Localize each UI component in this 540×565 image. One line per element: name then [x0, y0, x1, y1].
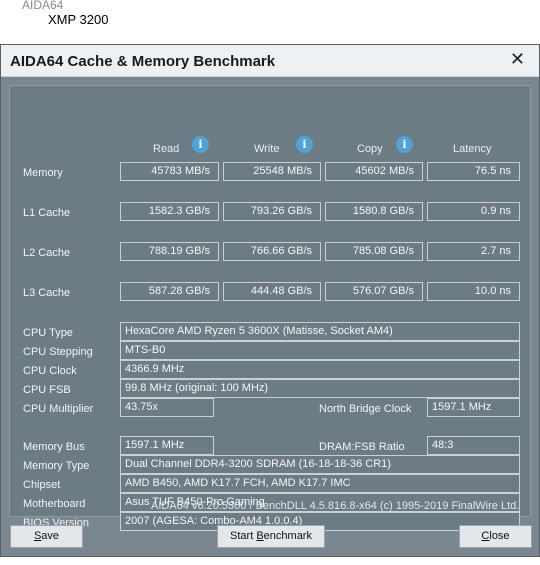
memory-bus-value: 1597.1 MHz: [120, 436, 214, 455]
cpu-stepping-label: CPU Stepping: [23, 346, 93, 358]
memory-copy-value: 45602 MB/s: [325, 162, 423, 181]
l1-read-value: 1582.3 GB/s: [120, 202, 219, 221]
start-mnemonic: B: [256, 530, 264, 542]
l1-write-value: 793.26 GB/s: [223, 202, 321, 221]
l3-write-value: 444.48 GB/s: [223, 282, 321, 301]
cpu-fsb-label: CPU FSB: [23, 384, 71, 396]
copy-info-icon[interactable]: i: [396, 136, 413, 153]
memory-row-label: Memory: [23, 167, 63, 179]
l2-copy-value: 785.08 GB/s: [325, 242, 423, 261]
chipset-value: AMD B450, AMD K17.7 FCH, AMD K17.7 IMC: [120, 474, 520, 493]
cpu-multiplier-value: 43.75x: [120, 398, 214, 417]
cpu-clock-value: 4366.9 MHz: [120, 360, 520, 379]
l3-latency-value: 10.0 ns: [427, 282, 520, 301]
close-button[interactable]: Close: [459, 525, 532, 548]
write-info-icon[interactable]: i: [296, 136, 313, 153]
north-bridge-clock-value: 1597.1 MHz: [427, 398, 520, 417]
l1-latency-value: 0.9 ns: [427, 202, 520, 221]
title-bar: AIDA64 Cache & Memory Benchmark ✕: [1, 45, 539, 77]
motherboard-label: Motherboard: [23, 498, 86, 510]
cpu-type-label: CPU Type: [23, 327, 73, 339]
copy-header: Copy: [357, 143, 383, 155]
cpu-clock-label: CPU Clock: [23, 365, 77, 377]
window-title: AIDA64 Cache & Memory Benchmark: [10, 53, 276, 70]
memory-read-value: 45783 MB/s: [120, 162, 219, 181]
north-bridge-clock-label: North Bridge Clock: [319, 403, 412, 415]
l3-row-label: L3 Cache: [23, 287, 71, 299]
memory-type-value: Dual Channel DDR4-3200 SDRAM (16-18-18-3…: [120, 455, 520, 474]
save-button[interactable]: Save: [10, 525, 83, 548]
read-header: Read: [153, 143, 180, 155]
l3-read-value: 587.28 GB/s: [120, 282, 219, 301]
memory-latency-value: 76.5 ns: [427, 162, 520, 181]
close-label: lose: [489, 530, 510, 542]
l1-copy-value: 1580.8 GB/s: [325, 202, 423, 221]
l3-copy-value: 576.07 GB/s: [325, 282, 423, 301]
background-app-area: AIDA64 XMP 3200: [0, 0, 540, 44]
start-label-pre: Start: [230, 530, 257, 542]
l2-read-value: 788.19 GB/s: [120, 242, 219, 261]
start-label-rest: enchmark: [263, 530, 312, 542]
l1-row-label: L1 Cache: [23, 207, 71, 219]
l2-latency-value: 2.7 ns: [427, 242, 520, 261]
save-label: ave: [41, 530, 60, 542]
cpu-multiplier-label: CPU Multiplier: [23, 403, 94, 415]
cpu-type-value: HexaCore AMD Ryzen 5 3600X (Matisse, Soc…: [120, 322, 520, 341]
benchmark-window: AIDA64 Cache & Memory Benchmark ✕ Read i…: [0, 44, 540, 557]
background-file-label: XMP 3200: [48, 12, 109, 27]
background-app-label: AIDA64: [22, 0, 64, 12]
cpu-fsb-value: 99.8 MHz (original: 100 MHz): [120, 379, 520, 398]
l2-write-value: 766.66 GB/s: [223, 242, 321, 261]
start-benchmark-button[interactable]: Start Benchmark: [217, 525, 325, 548]
close-icon[interactable]: ✕: [510, 49, 525, 70]
read-info-icon[interactable]: i: [192, 136, 209, 153]
results-panel: Read i Write i Copy i Latency Memory 457…: [9, 85, 531, 531]
chipset-label: Chipset: [23, 479, 61, 491]
cpu-stepping-value: MTS-B0: [120, 341, 520, 360]
memory-type-label: Memory Type: [23, 460, 90, 472]
l2-row-label: L2 Cache: [23, 247, 71, 259]
dram-fsb-ratio-label: DRAM:FSB Ratio: [319, 441, 405, 453]
write-header: Write: [254, 143, 280, 155]
dram-fsb-ratio-value: 48:3: [427, 436, 520, 455]
version-footer: AIDA64 v6.20.5300 / BenchDLL 4.5.816.8-x…: [151, 500, 520, 512]
memory-write-value: 25548 MB/s: [223, 162, 321, 181]
memory-bus-label: Memory Bus: [23, 441, 85, 453]
latency-header: Latency: [453, 143, 492, 155]
